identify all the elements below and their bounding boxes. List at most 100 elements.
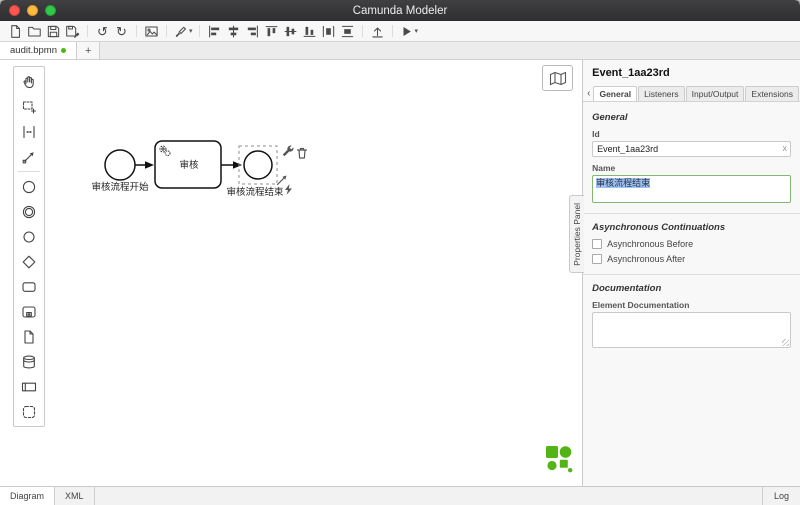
context-pad-change-type[interactable]: [282, 145, 294, 157]
diagram-tab[interactable]: Diagram: [0, 487, 56, 505]
connect-arrow-icon: [276, 177, 285, 186]
deploy-button[interactable]: [369, 23, 386, 40]
distribute-horizontally-button[interactable]: [320, 23, 337, 40]
palette-create-start-event[interactable]: [14, 174, 44, 199]
bpmn-io-logo[interactable]: [545, 445, 573, 473]
open-file-button[interactable]: [26, 23, 43, 40]
tab-input-output[interactable]: Input/Output: [685, 86, 745, 101]
general-group-title: General: [592, 112, 628, 123]
toolbar-separator: [198, 25, 200, 37]
redo-button[interactable]: ↻: [113, 23, 130, 40]
task-label: 审核: [179, 159, 199, 171]
participant-icon: [21, 382, 37, 391]
align-center-icon: [228, 25, 238, 37]
sequence-flow-1[interactable]: [135, 161, 154, 169]
clear-id-icon[interactable]: x: [783, 143, 788, 153]
selected-element-id: Event_1aa23rd: [592, 67, 670, 79]
tabs-scroll-left-arrow[interactable]: ‹: [584, 88, 593, 101]
align-bottom-button[interactable]: [301, 23, 318, 40]
palette-create-data-object[interactable]: [14, 324, 44, 349]
align-right-icon: [247, 25, 258, 37]
end-event-shape[interactable]: 审核流程结束: [226, 150, 284, 198]
async-group-title: Asynchronous Continuations: [592, 222, 726, 233]
zoom-window-button[interactable]: [45, 5, 56, 16]
undo-button[interactable]: ↺: [94, 23, 111, 40]
async-before-checkbox[interactable]: [592, 239, 603, 249]
save-button[interactable]: [45, 23, 62, 40]
unsaved-changes-indicator: [61, 48, 67, 53]
hand-icon: [23, 75, 34, 88]
async-before-label: Asynchronous Before: [607, 239, 694, 249]
palette-lasso-tool[interactable]: [14, 94, 44, 119]
align-middle-button[interactable]: [282, 23, 299, 40]
run-process-button[interactable]: ▾: [399, 23, 418, 40]
id-input[interactable]: [592, 141, 791, 157]
tab-extensions[interactable]: Extensions: [745, 86, 799, 101]
documentation-textarea[interactable]: [592, 312, 791, 348]
log-button[interactable]: Log: [761, 487, 800, 505]
distribute-vertical-icon: [341, 25, 353, 37]
palette-create-data-store[interactable]: [14, 349, 44, 374]
new-tab-button[interactable]: +: [77, 42, 101, 59]
new-diagram-button[interactable]: [7, 23, 24, 40]
palette-create-task[interactable]: [14, 274, 44, 299]
group-divider: [583, 213, 800, 214]
align-top-button[interactable]: [263, 23, 280, 40]
save-as-button[interactable]: [64, 23, 81, 40]
tab-audit-bpmn[interactable]: audit.bpmn: [0, 42, 78, 59]
palette-create-group[interactable]: [14, 399, 44, 424]
tab-label: audit.bpmn: [10, 45, 58, 56]
upload-icon: [371, 27, 383, 37]
palette-create-intermediate-event[interactable]: [14, 199, 44, 224]
properties-panel-toggle[interactable]: Properties Panel: [569, 195, 585, 273]
toolbar-separator: [391, 25, 393, 37]
tab-general[interactable]: General: [593, 86, 638, 101]
floppy-icon: [47, 25, 60, 37]
distribute-vertically-button[interactable]: [339, 23, 356, 40]
task-icon: [22, 281, 36, 292]
documentation-group-title: Documentation: [592, 283, 662, 294]
folder-icon: [28, 26, 41, 37]
async-after-checkbox[interactable]: [592, 254, 603, 264]
start-event-shape[interactable]: 审核流程开始: [91, 149, 149, 193]
minimap-toggle-button[interactable]: [542, 65, 574, 91]
palette-hand-tool[interactable]: [14, 69, 44, 94]
align-center-button[interactable]: [225, 23, 242, 40]
align-right-button[interactable]: [244, 23, 261, 40]
palette-create-end-event[interactable]: [14, 224, 44, 249]
start-event-icon: [22, 180, 36, 193]
context-pad-text-annotation[interactable]: [285, 184, 292, 195]
context-pad-connect[interactable]: [276, 175, 287, 186]
palette-create-subprocess[interactable]: [14, 299, 44, 324]
new-file-icon: [11, 24, 20, 38]
document-tab-bar: audit.bpmn +: [0, 42, 800, 60]
space-tool-icon: [23, 125, 35, 138]
palette-space-tool[interactable]: [14, 119, 44, 144]
element-template-button[interactable]: ▾: [173, 23, 193, 40]
palette-create-participant[interactable]: [14, 374, 44, 399]
close-window-button[interactable]: [9, 5, 20, 16]
intermediate-event-icon: [22, 205, 36, 218]
properties-panel: Properties Panel Event_1aa23rd ‹ General…: [569, 60, 800, 486]
properties-body: General Id x Name 审核流程结束 Asynchronous Co…: [583, 102, 800, 486]
tab-listeners[interactable]: Listeners: [638, 86, 685, 101]
distribute-horizontal-icon: [322, 25, 334, 37]
palette-create-gateway[interactable]: [14, 249, 44, 274]
bpmn-canvas[interactable]: 审核流程开始 审核 审核流程结束: [0, 60, 582, 486]
resize-handle[interactable]: [782, 339, 789, 346]
status-bar: Diagram XML Log: [0, 486, 800, 505]
align-left-button[interactable]: [206, 23, 223, 40]
xml-tab[interactable]: XML: [55, 487, 95, 505]
minimize-window-button[interactable]: [27, 5, 38, 16]
window-controls: [9, 0, 56, 21]
main-area: 审核流程开始 审核 审核流程结束 Properties Panel Event_…: [0, 60, 800, 486]
connect-icon: [22, 151, 34, 163]
align-bottom-icon: [303, 26, 315, 37]
service-task-shape[interactable]: 审核: [154, 140, 222, 189]
context-pad-delete[interactable]: [296, 147, 308, 159]
export-image-button[interactable]: [143, 23, 160, 40]
start-event-label: 审核流程开始: [91, 181, 149, 193]
palette-global-connect-tool[interactable]: [14, 144, 44, 169]
name-textarea[interactable]: 审核流程结束: [592, 175, 791, 203]
subprocess-icon: [22, 305, 36, 318]
